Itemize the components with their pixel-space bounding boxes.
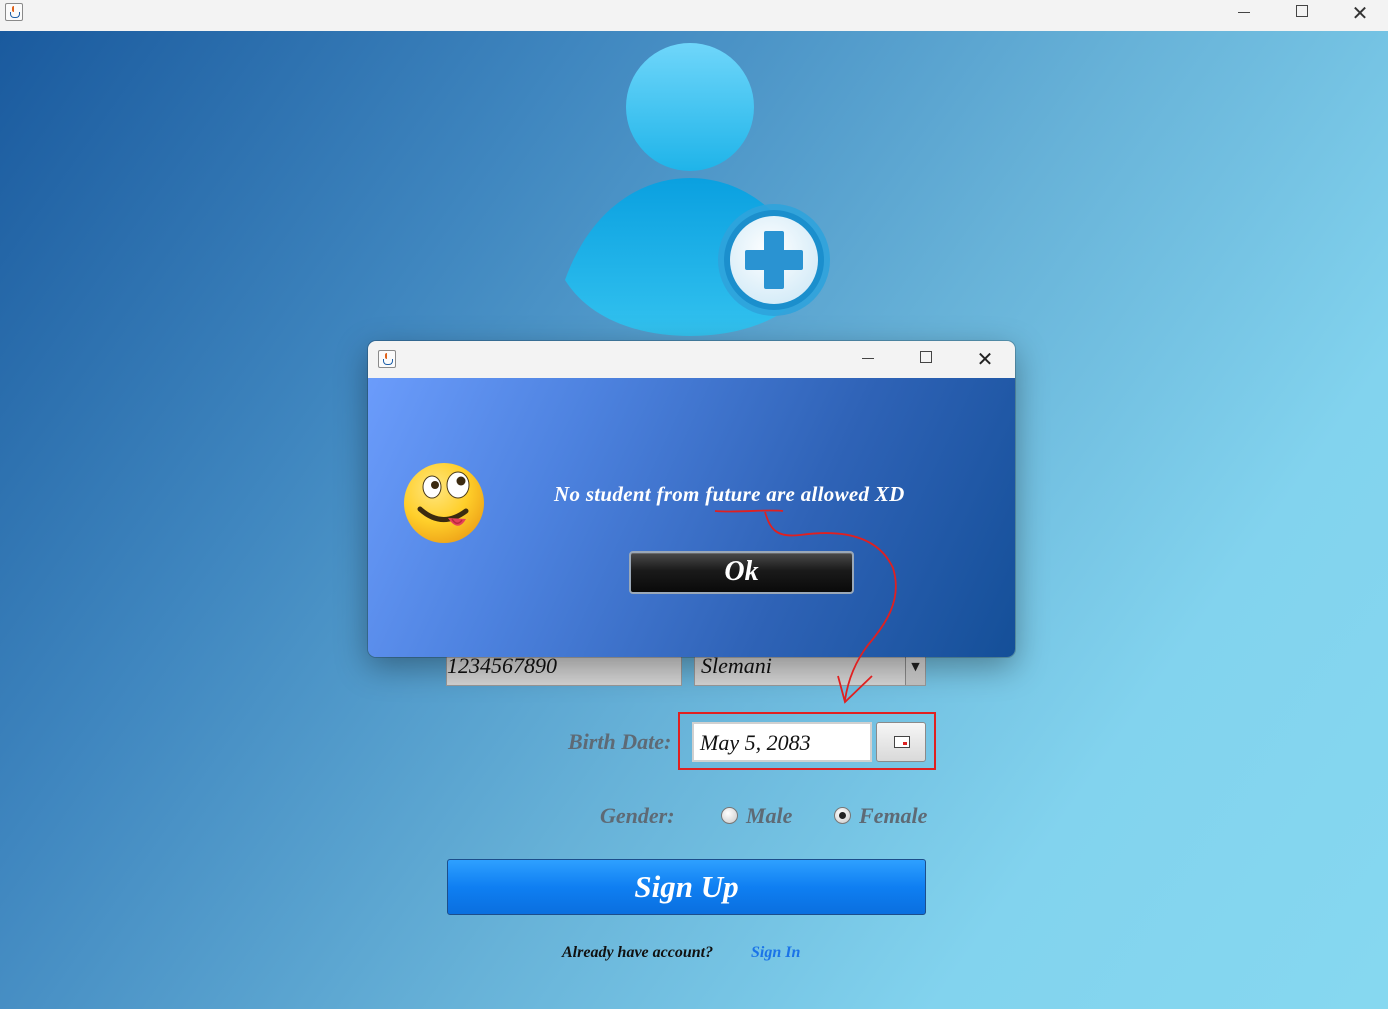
- close-icon: ✕: [1351, 1, 1369, 25]
- dialog-message: No student from future are allowed XD: [554, 482, 905, 506]
- minimize-button[interactable]: [1221, 0, 1267, 31]
- sign-in-link[interactable]: Sign In: [751, 944, 800, 962]
- gender-label: Gender:: [600, 803, 675, 828]
- add-user-icon: [565, 43, 830, 336]
- sign-up-button[interactable]: Sign Up: [447, 859, 926, 915]
- java-app-icon: [5, 3, 23, 21]
- java-app-icon: [378, 350, 396, 368]
- birth-date-input[interactable]: May 5, 2083: [692, 722, 872, 762]
- maximize-icon: [1296, 5, 1308, 17]
- dialog-minimize-button[interactable]: [839, 341, 897, 378]
- date-picker-button[interactable]: [876, 722, 926, 762]
- dialog-body: No student from future are allowed XD Ok: [368, 378, 1015, 657]
- calendar-icon: [894, 736, 910, 748]
- gender-male-radio[interactable]: [721, 807, 738, 824]
- minimize-icon: [1238, 11, 1250, 13]
- close-button[interactable]: ✕: [1337, 0, 1383, 31]
- minimize-icon: [862, 357, 874, 359]
- silly-face-emoji-icon: [404, 463, 484, 543]
- dialog-maximize-button[interactable]: [897, 341, 955, 378]
- maximize-button[interactable]: [1279, 0, 1325, 31]
- gender-female-label[interactable]: Female: [859, 803, 927, 829]
- already-have-account-text: Already have account?: [562, 944, 714, 961]
- dialog-close-button[interactable]: ✕: [956, 341, 1014, 378]
- gender-male-label[interactable]: Male: [746, 803, 792, 829]
- gender-female-radio[interactable]: [834, 807, 851, 824]
- birth-date-value: May 5, 2083: [700, 730, 811, 755]
- message-dialog: ✕ No student from future are allowed XD …: [368, 341, 1015, 657]
- dialog-titlebar: ✕: [368, 341, 1015, 378]
- birth-date-label: Birth Date:: [568, 729, 672, 754]
- main-titlebar: ✕: [0, 0, 1388, 31]
- close-icon: ✕: [976, 347, 994, 371]
- maximize-icon: [920, 351, 932, 363]
- ok-button[interactable]: Ok: [629, 551, 854, 594]
